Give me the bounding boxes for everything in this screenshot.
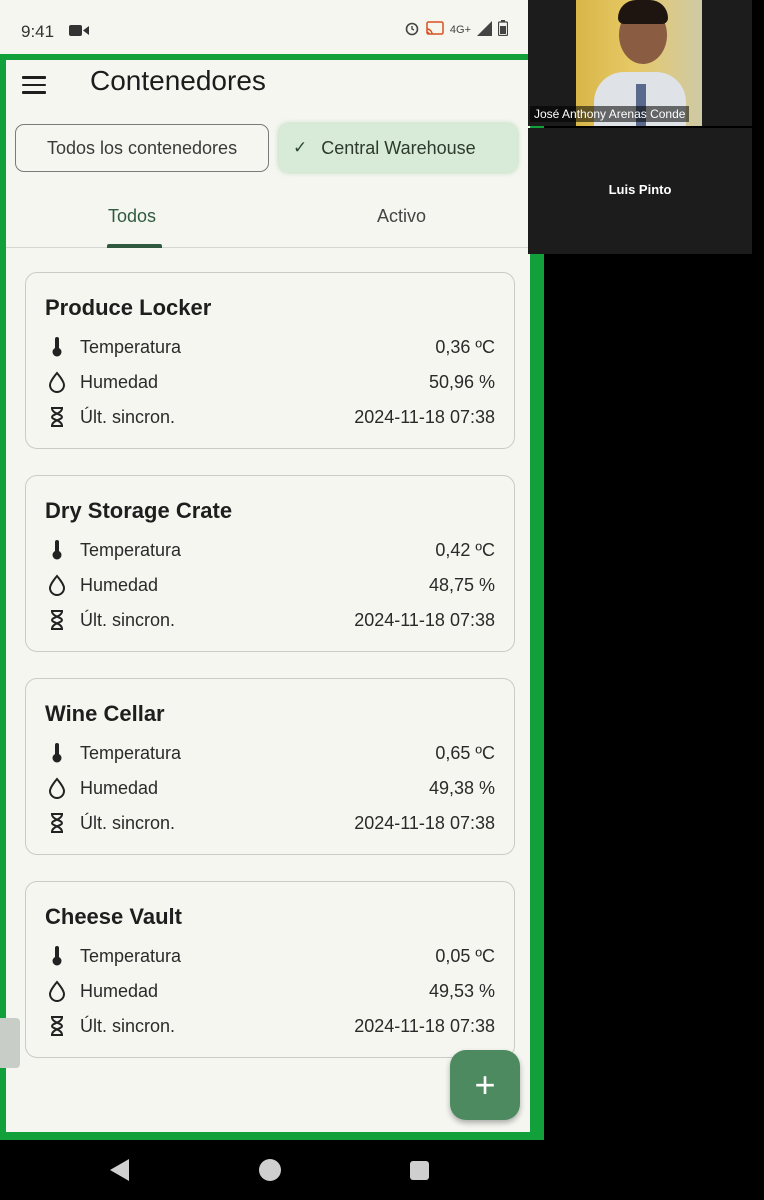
hourglass-icon — [45, 811, 69, 835]
thermometer-icon — [45, 335, 69, 359]
back-icon[interactable] — [110, 1159, 129, 1181]
container-card[interactable]: Produce Locker Temperatura 0,36 ºC Humedad 5… — [25, 272, 515, 449]
last-sync-label: Últ. sincron. — [80, 406, 176, 427]
temperature-label: Temperatura — [80, 742, 182, 763]
temperature-row: Temperatura 0,65 ºC — [45, 740, 495, 766]
temperature-label: Temperatura — [80, 945, 182, 966]
last-sync-label: Últ. sincron. — [80, 812, 176, 833]
humidity-row: Humedad 50,96 % — [45, 369, 495, 395]
humidity-value: 49,38 % — [428, 777, 495, 798]
recent-apps-icon[interactable] — [410, 1161, 429, 1180]
temperature-label: Temperatura — [80, 539, 182, 560]
page-title: Contenedores — [90, 65, 266, 96]
status-icons: 4G+ — [404, 20, 509, 39]
humidity-value: 48,75 % — [428, 574, 495, 595]
edge-handle[interactable] — [0, 1018, 20, 1068]
last-sync-label: Últ. sincron. — [80, 1015, 176, 1036]
last-sync-row: Últ. sincron. 2024-11-18 07:38 — [45, 404, 495, 430]
alarm-icon — [404, 20, 420, 39]
last-sync-row: Últ. sincron. 2024-11-18 07:38 — [45, 1013, 495, 1039]
water-drop-icon — [45, 370, 69, 394]
container-name: Produce Locker — [45, 295, 212, 320]
hourglass-icon — [45, 405, 69, 429]
container-name: Wine Cellar — [45, 701, 165, 726]
home-icon[interactable] — [259, 1159, 281, 1181]
humidity-label: Humedad — [80, 371, 159, 392]
video-tile-participant-1[interactable]: José Anthony Arenas Conde — [528, 0, 752, 126]
temperature-value: 0,05 ºC — [435, 945, 495, 966]
thermometer-icon — [45, 944, 69, 968]
humidity-row: Humedad 49,53 % — [45, 978, 495, 1004]
filter-chip-all-containers[interactable]: Todos los contenedores — [15, 124, 269, 172]
water-drop-icon — [45, 573, 69, 597]
signal-icon — [477, 20, 492, 39]
temperature-row: Temperatura 0,42 ºC — [45, 537, 495, 563]
tab-activo[interactable]: Activo — [377, 206, 426, 227]
temperature-value: 0,36 ºC — [435, 336, 495, 357]
humidity-row: Humedad 49,38 % — [45, 775, 495, 801]
tab-todos[interactable]: Todos — [108, 206, 156, 227]
menu-icon[interactable] — [22, 72, 48, 98]
humidity-label: Humedad — [80, 574, 159, 595]
video-camera-icon — [69, 24, 89, 42]
hourglass-icon — [45, 608, 69, 632]
temperature-value: 0,65 ºC — [435, 742, 495, 763]
status-time: 9:41 — [21, 22, 55, 41]
container-list: Produce Locker Temperatura 0,36 ºC Humedad 5… — [6, 272, 530, 1084]
container-name: Dry Storage Crate — [45, 498, 233, 523]
cast-icon — [426, 21, 444, 38]
humidity-label: Humedad — [80, 777, 159, 798]
container-card[interactable]: Dry Storage Crate Temperatura 0,42 ºC Humed… — [25, 475, 515, 652]
last-sync-row: Últ. sincron. 2024-11-18 07:38 — [45, 607, 495, 633]
humidity-label: Humedad — [80, 980, 159, 1001]
water-drop-icon — [45, 776, 69, 800]
thermometer-icon — [45, 741, 69, 765]
temperature-label: Temperatura — [80, 336, 182, 357]
last-sync-row: Últ. sincron. 2024-11-18 07:38 — [45, 810, 495, 836]
last-sync-value: 2024-11-18 07:38 — [354, 609, 495, 630]
filter-chip-central-warehouse[interactable]: ✓ Central Warehouse — [279, 124, 517, 172]
humidity-value: 50,96 % — [428, 371, 495, 392]
video-tile-participant-2[interactable]: Luis Pinto — [528, 128, 752, 254]
participant-name: José Anthony Arenas Conde — [530, 106, 690, 122]
last-sync-label: Últ. sincron. — [80, 609, 176, 630]
tab-indicator — [107, 244, 162, 248]
humidity-row: Humedad 48,75 % — [45, 572, 495, 598]
container-name: Cheese Vault — [45, 904, 182, 929]
thermometer-icon — [45, 538, 69, 562]
temperature-row: Temperatura 0,05 ºC — [45, 943, 495, 969]
humidity-value: 49,53 % — [428, 980, 495, 1001]
network-label: 4G+ — [449, 23, 471, 36]
top-app-bar: Contenedores — [6, 60, 530, 118]
water-drop-icon — [45, 979, 69, 1003]
battery-icon — [497, 20, 509, 39]
status-bar: 9:41 4G+ — [0, 0, 528, 56]
last-sync-value: 2024-11-18 07:38 — [354, 406, 495, 427]
temperature-value: 0,42 ºC — [435, 539, 495, 560]
filter-chip-label: Todos los contenedores — [46, 137, 238, 158]
container-card[interactable]: Wine Cellar Temperatura 0,65 ºC Humedad 49,3… — [25, 678, 515, 855]
hourglass-icon — [45, 1014, 69, 1038]
last-sync-value: 2024-11-18 07:38 — [354, 1015, 495, 1036]
check-icon: ✓ — [293, 138, 308, 157]
app-screen: Contenedores Todos los contenedores ✓ Ce… — [6, 60, 530, 1132]
filter-chip-label: Central Warehouse — [321, 137, 476, 158]
container-card[interactable]: Cheese Vault Temperatura 0,05 ºC Humedad 49,… — [25, 881, 515, 1058]
navigation-bar — [0, 1140, 544, 1200]
temperature-row: Temperatura 0,36 ºC — [45, 334, 495, 360]
add-container-button[interactable]: + — [450, 1050, 520, 1120]
last-sync-value: 2024-11-18 07:38 — [354, 812, 495, 833]
tab-bar: Todos Activo — [6, 196, 530, 248]
participant-name: Luis Pinto — [608, 182, 672, 197]
